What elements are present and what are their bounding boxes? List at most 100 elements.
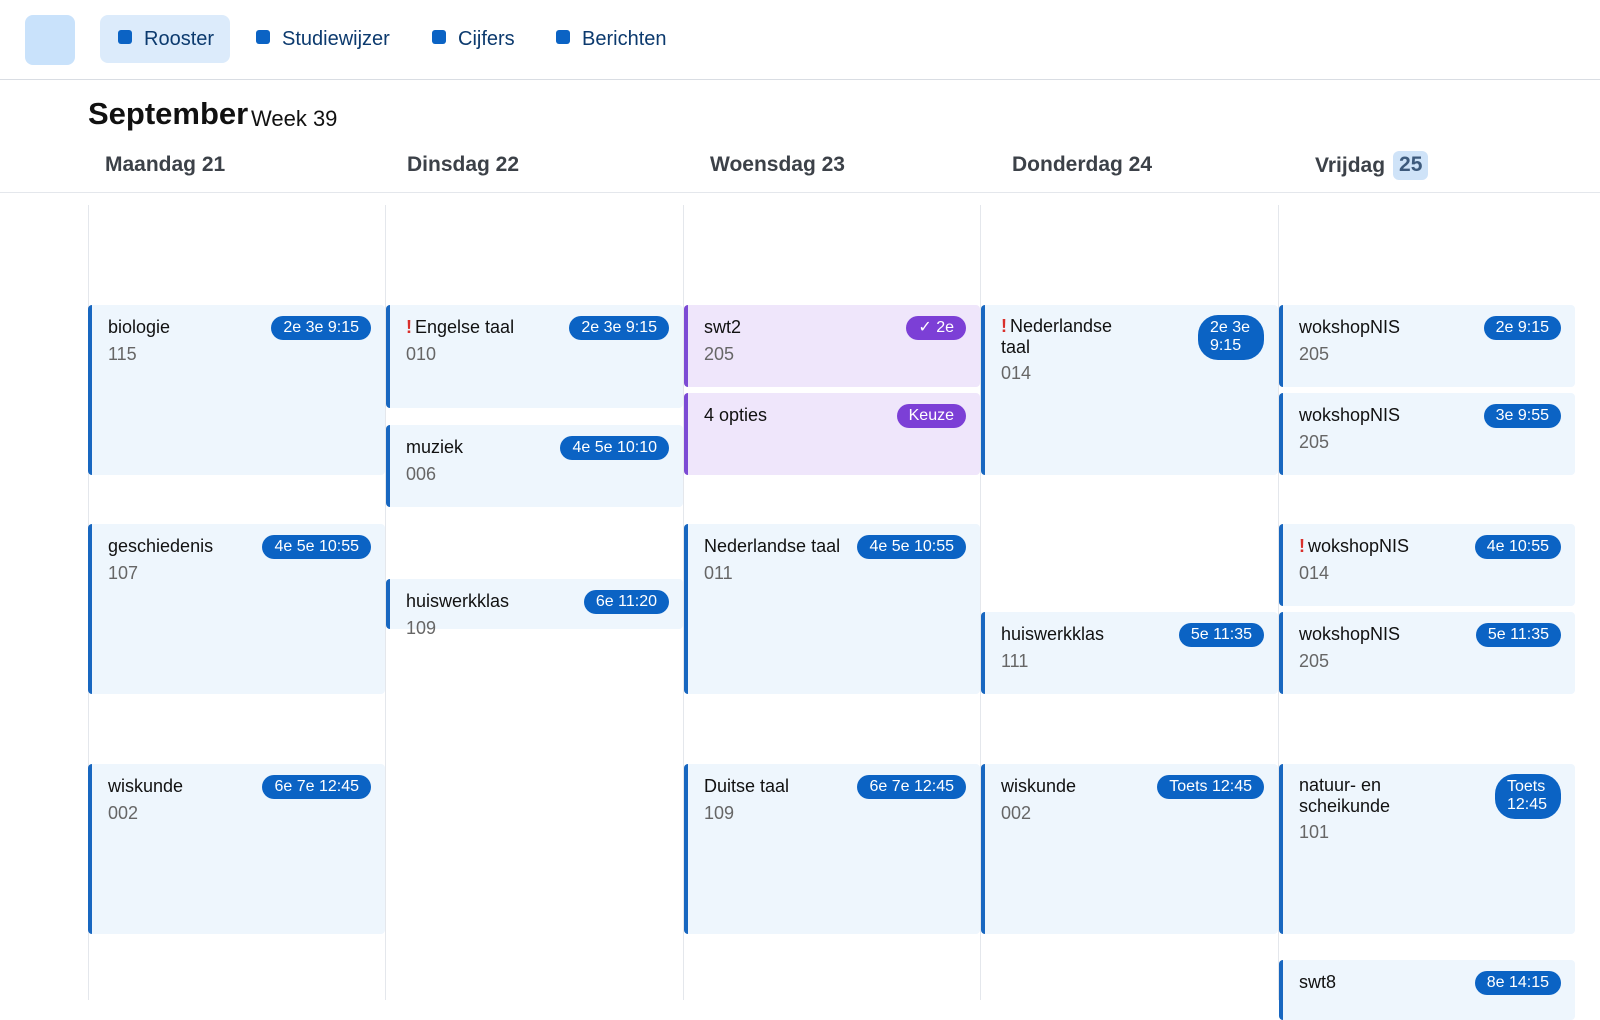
lesson-card[interactable]: biologie 115 2e 3e 9:15 bbox=[88, 305, 385, 475]
lesson-card[interactable]: huiswerkklas 111 5e 11:35 bbox=[981, 612, 1278, 694]
lesson-subject: swt2 bbox=[704, 317, 742, 337]
choice-options: 4 opties bbox=[704, 405, 768, 425]
lesson-room: 101 bbox=[1299, 822, 1330, 842]
lesson-subject: ! Engelse taal bbox=[406, 317, 515, 337]
lesson-subject: natuur- en scheikunde bbox=[1299, 775, 1391, 816]
lesson-subject: wokshopNIS bbox=[1299, 405, 1401, 425]
period-badge: 6e 11:20 bbox=[583, 590, 669, 614]
lesson-card[interactable]: ! wokshopNIS 014 4e 10:55 bbox=[1279, 524, 1575, 606]
nav-item-label: Cijfers bbox=[458, 27, 515, 50]
lesson-subject: swt8 bbox=[1299, 972, 1337, 992]
alert-icon: ! bbox=[1001, 316, 1007, 336]
period-badge: 6e 7e 12:45 bbox=[262, 775, 371, 799]
lesson-room: 010 bbox=[406, 344, 437, 364]
lesson-subject: wokshopNIS bbox=[1299, 624, 1401, 644]
nav-item-label: Studiewijzer bbox=[282, 27, 390, 50]
nav-item-label: Rooster bbox=[144, 27, 215, 50]
header-divider bbox=[0, 192, 1600, 193]
day-header-friday: Vrijdag 25 bbox=[1315, 151, 1429, 180]
test-card[interactable]: wiskunde 002 Toets 12:45 bbox=[981, 764, 1278, 934]
period-badge: 4e 10:55 bbox=[1474, 535, 1561, 559]
period-badge: 4e 5e 10:55 bbox=[262, 535, 371, 559]
lesson-room: 002 bbox=[108, 803, 139, 823]
lesson-card[interactable]: wiskunde 002 6e 7e 12:45 bbox=[88, 764, 385, 934]
lesson-subject: wokshopNIS bbox=[1299, 317, 1401, 337]
lesson-card[interactable]: wokshopNIS 205 3e 9:55 bbox=[1279, 393, 1575, 475]
lesson-subject: ! wokshopNIS bbox=[1299, 536, 1410, 556]
grades-icon bbox=[432, 30, 446, 44]
test-badge: Toets 12:45 bbox=[1494, 774, 1561, 819]
lesson-card[interactable]: ! Nederlandse taal 014 2e 3e 9:15 bbox=[981, 305, 1278, 475]
lesson-room: 107 bbox=[108, 563, 139, 583]
nav-item-label: Berichten bbox=[582, 27, 667, 50]
book-icon bbox=[256, 30, 270, 44]
day-header-tuesday: Dinsdag 22 bbox=[407, 153, 520, 176]
lesson-subject: huiswerkklas bbox=[1001, 624, 1105, 644]
lesson-card[interactable]: swt8 8e 14:15 bbox=[1279, 960, 1575, 1020]
lesson-subject: wiskunde bbox=[1001, 776, 1077, 796]
lesson-room: 014 bbox=[1299, 563, 1330, 583]
lesson-room: 205 bbox=[1299, 344, 1330, 364]
choice-card[interactable]: 4 opties Keuze bbox=[684, 393, 980, 475]
lesson-room: 205 bbox=[1299, 432, 1330, 452]
lesson-subject: geschiedenis bbox=[108, 536, 214, 556]
period-badge: 2e 9:15 bbox=[1483, 316, 1561, 340]
lesson-card[interactable]: wokshopNIS 205 5e 11:35 bbox=[1279, 612, 1575, 694]
lesson-subject: wiskunde bbox=[108, 776, 184, 796]
nav-item-berichten[interactable]: Berichten bbox=[556, 15, 667, 63]
lesson-card[interactable]: wokshopNIS 205 2e 9:15 bbox=[1279, 305, 1575, 387]
nav-item-cijfers[interactable]: Cijfers bbox=[432, 15, 515, 63]
period-badge: 5e 11:35 bbox=[1475, 623, 1561, 647]
lesson-card[interactable]: muziek 006 4e 5e 10:10 bbox=[386, 425, 683, 507]
lesson-room: 115 bbox=[108, 344, 137, 364]
lesson-card-completed[interactable]: swt2 205 ✓ 2e bbox=[684, 305, 980, 387]
lesson-room: 205 bbox=[1299, 651, 1330, 671]
period-badge: ✓ 2e bbox=[906, 316, 966, 340]
test-card[interactable]: natuur- en scheikunde 101 Toets 12:45 bbox=[1279, 764, 1575, 934]
lesson-subject: Duitse taal bbox=[704, 776, 790, 796]
lesson-room: 205 bbox=[704, 344, 735, 364]
lesson-room: 006 bbox=[406, 464, 437, 484]
lesson-subject: muziek bbox=[406, 437, 464, 457]
choice-badge: Keuze bbox=[896, 404, 966, 428]
lesson-subject: biologie bbox=[108, 317, 171, 337]
period-badge: 2e 3e 9:15 bbox=[569, 316, 669, 340]
lesson-room: 014 bbox=[1001, 363, 1032, 383]
messages-icon bbox=[556, 30, 570, 44]
lesson-card[interactable]: ! Engelse taal 010 2e 3e 9:15 bbox=[386, 305, 683, 408]
week-label: Week 39 bbox=[251, 106, 338, 131]
app-logo-icon[interactable] bbox=[25, 15, 75, 65]
nav-item-rooster[interactable]: Rooster bbox=[100, 15, 230, 63]
test-badge: Toets 12:45 bbox=[1157, 775, 1264, 799]
top-navigation: Rooster Studiewijzer Cijfers Berichten bbox=[0, 0, 1600, 80]
lesson-card[interactable]: huiswerkklas 109 6e 11:20 bbox=[386, 579, 683, 638]
lesson-room: 109 bbox=[406, 618, 437, 638]
lesson-card[interactable]: Duitse taal 109 6e 7e 12:45 bbox=[684, 764, 980, 934]
lesson-room: 111 bbox=[1001, 651, 1029, 671]
period-badge: 3e 9:55 bbox=[1483, 404, 1561, 428]
day-header-monday: Maandag 21 bbox=[105, 153, 226, 176]
lesson-subject: huiswerkklas bbox=[406, 591, 510, 611]
lesson-subject: Nederlandse taal bbox=[704, 536, 841, 556]
period-badge: 6e 7e 12:45 bbox=[857, 775, 966, 799]
lesson-room: 109 bbox=[704, 803, 735, 823]
lesson-card[interactable]: Nederlandse taal 011 4e 5e 10:55 bbox=[684, 524, 980, 694]
lesson-card[interactable]: geschiedenis 107 4e 5e 10:55 bbox=[88, 524, 385, 694]
period-badge: 5e 11:35 bbox=[1178, 623, 1264, 647]
alert-icon: ! bbox=[1299, 536, 1305, 556]
nav-item-studiewijzer[interactable]: Studiewijzer bbox=[256, 15, 390, 63]
month-title: September bbox=[88, 96, 249, 131]
lesson-room: 011 bbox=[704, 563, 733, 583]
day-header-wednesday: Woensdag 23 bbox=[710, 153, 845, 176]
period-badge: 2e 3e 9:15 bbox=[271, 316, 371, 340]
period-badge: 2e 3e 9:15 bbox=[1197, 315, 1264, 360]
today-badge: 25 bbox=[1393, 151, 1429, 180]
period-badge: 4e 5e 10:10 bbox=[560, 436, 669, 460]
day-header-thursday: Donderdag 24 bbox=[1012, 153, 1153, 176]
calendar-icon bbox=[118, 30, 132, 44]
lesson-room: 002 bbox=[1001, 803, 1032, 823]
alert-icon: ! bbox=[406, 317, 412, 337]
period-badge: 8e 14:15 bbox=[1474, 971, 1561, 995]
period-badge: 4e 5e 10:55 bbox=[857, 535, 966, 559]
lesson-subject: ! Nederlandse taal bbox=[1001, 316, 1113, 357]
